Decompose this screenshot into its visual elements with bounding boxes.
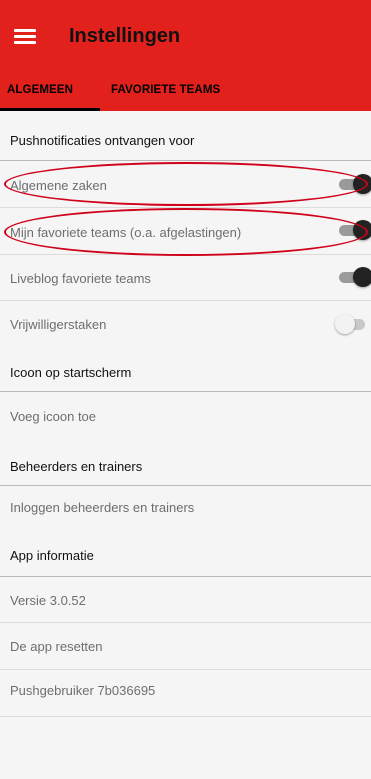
toggle-switch-liveblog[interactable] bbox=[339, 267, 371, 287]
list-item-reset[interactable]: De app resetten bbox=[0, 623, 371, 669]
list-item-version: Versie 3.0.52 bbox=[0, 577, 371, 622]
toggle-switch-algemene-zaken[interactable] bbox=[339, 174, 371, 194]
item-label: Voeg icoon toe bbox=[10, 409, 97, 424]
item-label: Pushgebruiker 7b036695 bbox=[10, 683, 156, 698]
hamburger-menu-icon[interactable] bbox=[14, 27, 36, 45]
setting-row-vrijwilligerstaken[interactable]: Vrijwilligerstaken bbox=[0, 301, 371, 347]
section-title: Icoon op startscherm bbox=[10, 365, 132, 380]
section-header-icon: Icoon op startscherm bbox=[0, 347, 371, 391]
section-title: Beheerders en trainers bbox=[10, 459, 143, 474]
divider bbox=[0, 716, 371, 717]
setting-label: Liveblog favoriete teams bbox=[10, 271, 151, 286]
section-header-admins: Beheerders en trainers bbox=[0, 439, 371, 485]
tab-algemeen[interactable]: ALGEMEEN bbox=[7, 84, 73, 96]
item-label: Versie 3.0.52 bbox=[10, 593, 86, 608]
list-item-push-user: Pushgebruiker 7b036695 bbox=[0, 670, 371, 716]
tab-bar: ALGEMEEN FAVORIETE TEAMS bbox=[0, 78, 371, 111]
list-item-add-icon[interactable]: Voeg icoon toe bbox=[0, 392, 371, 439]
list-item-login[interactable]: Inloggen beheerders en trainers bbox=[0, 486, 371, 531]
section-title: Pushnotificaties ontvangen voor bbox=[10, 133, 195, 148]
section-header-push: Pushnotificaties ontvangen voor bbox=[0, 111, 371, 161]
app-bar: Instellingen ALGEMEEN FAVORIETE TEAMS bbox=[0, 0, 371, 111]
tab-favoriete-teams[interactable]: FAVORIETE TEAMS bbox=[111, 84, 220, 96]
section-header-appinfo: App informatie bbox=[0, 531, 371, 576]
page-title: Instellingen bbox=[69, 25, 181, 47]
setting-label: Algemene zaken bbox=[10, 178, 107, 193]
toggle-switch-vrijwilligerstaken[interactable] bbox=[335, 314, 367, 334]
setting-row-liveblog[interactable]: Liveblog favoriete teams bbox=[0, 255, 371, 300]
item-label: Inloggen beheerders en trainers bbox=[10, 500, 195, 515]
section-title: App informatie bbox=[10, 548, 94, 563]
setting-label: Mijn favoriete teams (o.a. afgelastingen… bbox=[10, 225, 242, 240]
item-label: De app resetten bbox=[10, 639, 103, 654]
setting-row-algemene-zaken[interactable]: Algemene zaken bbox=[0, 161, 371, 207]
toggle-switch-favoriete-teams[interactable] bbox=[339, 220, 371, 240]
setting-label: Vrijwilligerstaken bbox=[10, 317, 107, 332]
setting-row-mijn-favoriete-teams[interactable]: Mijn favoriete teams (o.a. afgelastingen… bbox=[0, 208, 371, 254]
